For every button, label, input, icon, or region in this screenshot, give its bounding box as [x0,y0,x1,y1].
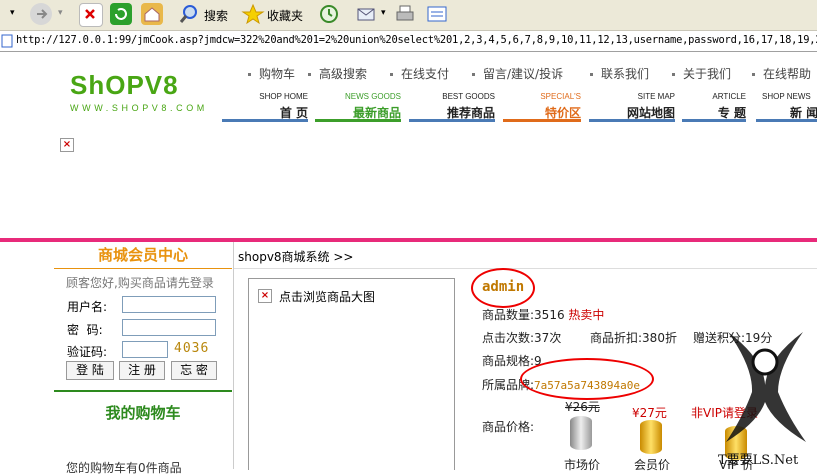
favorites-star-icon[interactable] [241,3,265,25]
watermark-text: T要要LS.Net [718,453,799,468]
cart-summary: 您的购物车有0件商品 [66,461,182,475]
member-center-title: 商城会员中心 [97,246,188,264]
nav-bar [222,119,308,122]
broken-image-icon: × [60,138,74,152]
site-logo-subtitle: WWW.SHOPV8.COM [70,103,208,113]
captcha-input[interactable] [122,341,168,358]
nav-site-map[interactable]: SITE MAP 网站地图 [589,92,675,122]
nav-bar [409,119,495,122]
highlight-circle [471,268,535,308]
price-label: 商品价格: [482,420,535,434]
member-title-underline [54,268,232,269]
cart-divider [54,390,232,392]
view-large-image-link[interactable]: 点击浏览商品大图 [279,288,375,305]
member-price: ¥27元 [632,406,667,420]
toplink-feedback[interactable]: 留言/建议/投诉 [472,65,563,82]
broken-image-icon: × [258,289,272,303]
bullet-icon [472,73,475,76]
bullet-icon [308,73,311,76]
username-input[interactable] [122,296,216,313]
market-price-label: 市场价 [564,458,601,472]
history-icon[interactable] [318,3,340,25]
login-tip: 顾客您好,购买商品请先登录 [66,276,214,290]
bullet-icon [672,73,675,76]
nav-new-goods[interactable]: NEWS GOODS 最新商品 [315,92,401,122]
nav-bar [682,119,746,122]
member-price-label: 会员价 [634,458,671,472]
edit-icon[interactable] [426,3,448,25]
clicks-row: 点击次数:37次 [482,331,562,345]
mail-icon[interactable] [355,3,377,25]
column-separator [233,242,234,469]
hot-badge: 热卖中 [568,308,605,322]
nav-bar [315,119,401,122]
bullet-icon [752,73,755,76]
mail-dropdown-icon[interactable]: ▾ [381,8,386,18]
password-input[interactable] [122,319,216,336]
forward-dropdown-icon[interactable]: ▾ [58,8,63,18]
nav-bar [503,119,581,122]
password-label: 密 码: [67,323,103,337]
forward-icon[interactable] [30,3,52,25]
nav-news[interactable]: SHOP NEWS 新 闻 [756,92,817,122]
captcha-code: 4036 [174,341,210,356]
nav-article[interactable]: ARTICLE 专 题 [682,92,746,122]
browser-toolbar: ▾ ▾ 搜索 收藏夹 ▾ [0,0,817,31]
nav-specials[interactable]: SPECIAL'S 特价区 [503,92,581,122]
search-icon[interactable] [178,3,200,25]
username-label: 用户名: [67,300,108,314]
section-divider [0,238,817,242]
home-icon[interactable] [141,3,163,25]
toplink-cart[interactable]: 购物车 [248,65,295,82]
product-image-box[interactable] [248,278,455,470]
toplink-about[interactable]: 关于我们 [672,65,731,82]
highlight-circle [520,358,654,400]
my-cart-title: 我的购物车 [105,404,181,422]
url-text[interactable]: http://127.0.0.1:99/jmCook.asp?jmdcw=322… [16,34,817,46]
page-icon [1,34,13,48]
nav-home[interactable]: SHOP HOME 首 页 [222,92,308,122]
search-label[interactable]: 搜索 [204,7,228,24]
breadcrumb[interactable]: shopv8商城系统 >> [238,248,353,265]
stop-icon[interactable] [79,3,103,27]
site-logo[interactable]: ShOPV8 [70,70,179,101]
toplink-online-payment[interactable]: 在线支付 [390,65,449,82]
register-button[interactable]: 注 册 [119,361,165,380]
quantity-row: 商品数量:3516 热卖中 [482,308,605,322]
watermark-emblem [726,332,806,442]
forgot-password-button[interactable]: 忘 密 [171,361,217,380]
member-price-icon [640,420,662,454]
print-icon[interactable] [394,3,416,25]
address-bar[interactable]: http://127.0.0.1:99/jmCook.asp?jmdcw=322… [0,31,817,52]
breadcrumb-underline [234,268,817,269]
refresh-icon[interactable] [110,3,132,25]
captcha-label: 验证码: [67,345,108,359]
login-button[interactable]: 登 陆 [66,361,114,380]
toplink-help[interactable]: 在线帮助 [752,65,811,82]
bullet-icon [590,73,593,76]
back-dropdown-icon[interactable]: ▾ [10,8,15,18]
bullet-icon [390,73,393,76]
toplink-contact[interactable]: 联系我们 [590,65,649,82]
nav-best-goods[interactable]: BEST GOODS 推荐商品 [409,92,495,122]
nav-bar [589,119,675,122]
favorites-label[interactable]: 收藏夹 [267,7,303,24]
market-price: ¥26元 [565,400,600,414]
bullet-icon [248,73,251,76]
discount-row: 商品折扣:380折 [590,331,677,345]
toplink-advanced-search[interactable]: 高级搜索 [308,65,367,82]
nav-bar [756,119,817,122]
market-price-icon [570,416,592,450]
